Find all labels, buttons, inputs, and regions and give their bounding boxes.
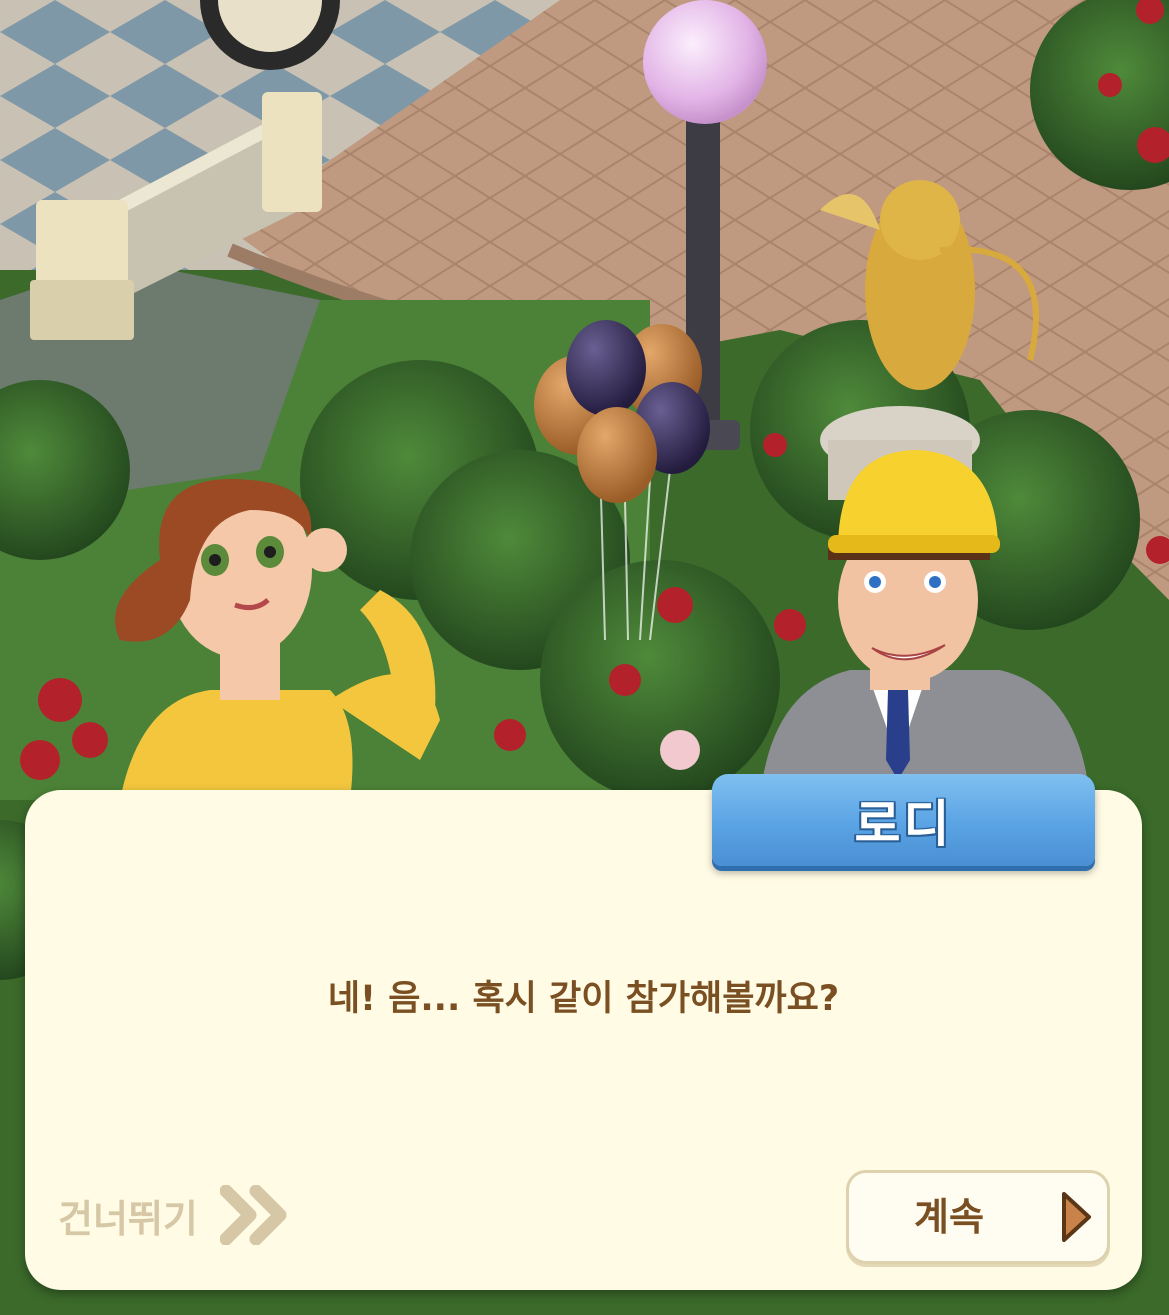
speaker-name-tag: 로디 (712, 774, 1095, 866)
double-chevron-right-icon (219, 1185, 287, 1245)
continue-label: 계속 (914, 1195, 984, 1239)
skip-label: 건너뛰기 (58, 1196, 198, 1241)
game-screen: 로디 네! 음... 혹시 같이 참가해볼까요? 건너뛰기 계속 (0, 0, 1169, 1315)
play-triangle-icon (1062, 1192, 1091, 1242)
speaker-name: 로디 (854, 795, 953, 853)
dialog-text: 네! 음... 혹시 같이 참가해볼까요? (327, 979, 840, 1019)
skip-button[interactable]: 건너뛰기 (58, 1182, 288, 1248)
continue-button[interactable]: 계속 (846, 1170, 1110, 1264)
